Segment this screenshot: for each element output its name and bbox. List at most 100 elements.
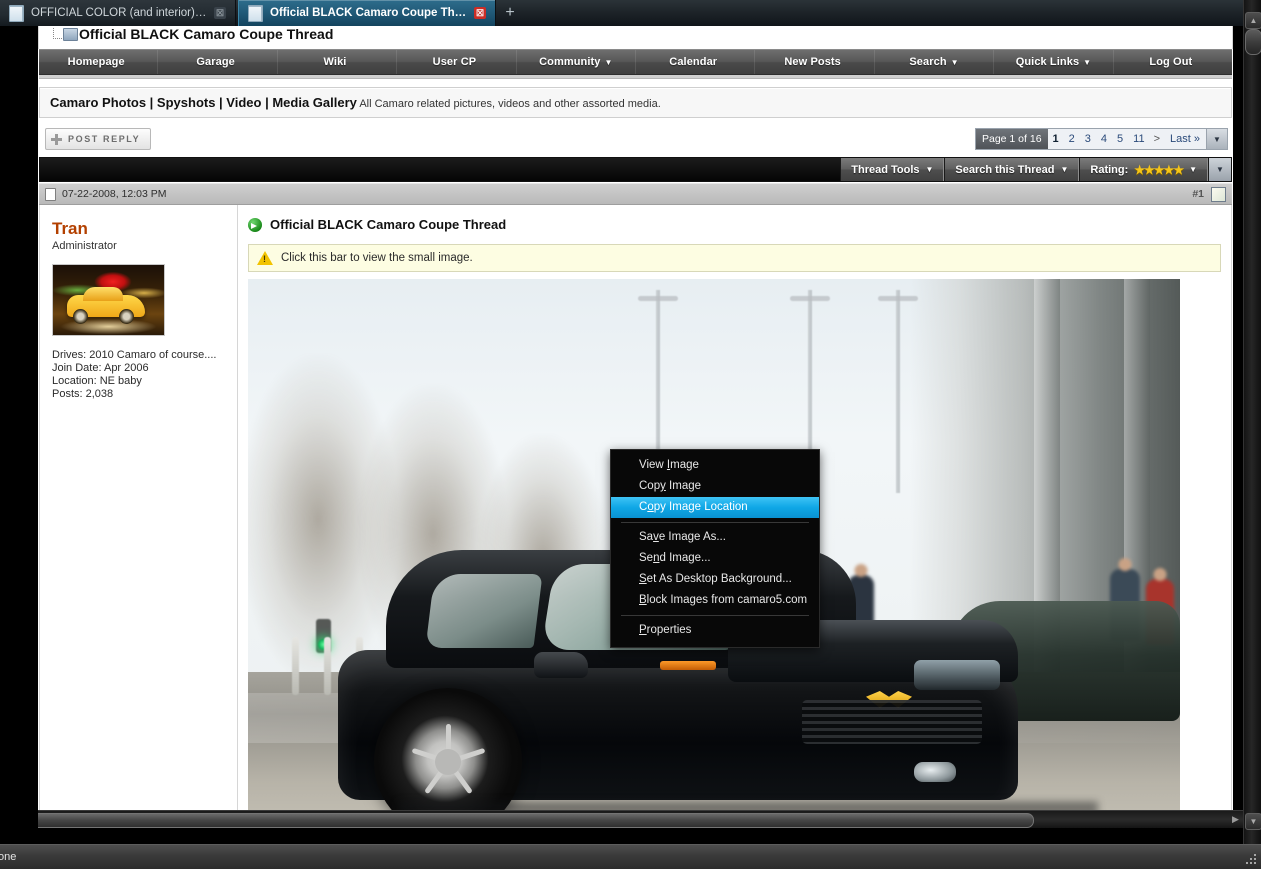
post-select-checkbox[interactable] <box>1211 186 1226 202</box>
thread-toolbar-row: POST REPLY Page 1 of 16 1 2 3 4 5 11 > L… <box>39 128 1232 152</box>
post-reply-button[interactable]: POST REPLY <box>45 128 152 150</box>
resize-grip-icon[interactable] <box>1244 852 1258 866</box>
browser-tab-bar: OFFICIAL COLOR (and interior) Threa... ☒… <box>0 0 1261 27</box>
browser-tab-inactive[interactable]: OFFICIAL COLOR (and interior) Threa... ☒ <box>0 0 236 26</box>
nav-label: Community <box>539 56 601 68</box>
context-menu-item-save-image-as[interactable]: Save Image As... <box>611 527 819 548</box>
page-favicon-icon <box>9 4 24 22</box>
last-page-link[interactable]: Last » <box>1164 129 1206 149</box>
status-text: one <box>0 851 17 863</box>
nav-item-new-posts[interactable]: New Posts <box>755 50 875 74</box>
user-stats: Drives: 2010 Camaro of course.... Join D… <box>52 349 227 401</box>
vertical-scrollbar[interactable]: ▲ ▼ <box>1243 0 1261 852</box>
nav-item-homepage[interactable]: Homepage <box>39 50 159 74</box>
page-link-11[interactable]: 11 <box>1128 129 1149 149</box>
forum-title[interactable]: Camaro Photos | Spyshots | Video | Media… <box>50 95 357 110</box>
camaro-side-marker <box>660 661 716 670</box>
vertical-scroll-thumb[interactable] <box>1245 29 1261 55</box>
rating-button[interactable]: Rating: ★★★★★ ▼ <box>1079 158 1208 181</box>
browser-tab-active[interactable]: Official BLACK Camaro Coupe Thr... ☒ <box>238 0 496 26</box>
user-stat-drives: Drives: 2010 Camaro of course.... <box>52 349 217 361</box>
breadcrumb-current: Official BLACK Camaro Coupe Thread <box>49 26 1232 45</box>
nav-label: User CP <box>432 56 477 68</box>
post-user-panel: Tran Administrator Drives: 2010 Camaro o… <box>40 205 238 828</box>
user-title: Administrator <box>52 240 117 252</box>
pagination-dropdown-icon[interactable]: ▼ <box>1206 129 1227 149</box>
horizontal-scroll-thumb[interactable] <box>2 813 1034 828</box>
chevron-down-icon: ▼ <box>1060 165 1069 174</box>
nav-label: New Posts <box>784 56 841 68</box>
nav-item-community[interactable]: Community ▼ <box>517 50 637 74</box>
post-number[interactable]: #1 <box>1192 188 1204 200</box>
context-menu-item-properties[interactable]: Properties <box>611 620 819 641</box>
nav-item-search[interactable]: Search ▼ <box>875 50 995 74</box>
nav-label: Quick Links <box>1015 56 1080 68</box>
photo-light-pole <box>878 290 918 493</box>
nav-item-log-out[interactable]: Log Out <box>1114 50 1232 74</box>
next-page-link[interactable]: > <box>1150 129 1164 149</box>
photo-person-head <box>1118 558 1132 571</box>
new-tab-icon[interactable]: + <box>500 4 520 23</box>
context-menu-item-set-as-desktop-background[interactable]: Set As Desktop Background... <box>611 569 819 590</box>
nav-label: Calendar <box>669 56 718 68</box>
close-tab-icon[interactable]: ☒ <box>474 7 486 19</box>
username[interactable]: Tran <box>52 219 227 238</box>
context-menu-item-send-image[interactable]: Send Image... <box>611 548 819 569</box>
warning-icon <box>257 251 273 265</box>
nav-item-calendar[interactable]: Calendar <box>636 50 756 74</box>
horizontal-scrollbar[interactable]: ▶ <box>0 810 1261 828</box>
context-menu-item-copy-image[interactable]: Copy Image <box>611 476 819 497</box>
image-resize-notice-bar[interactable]: Click this bar to view the small image. <box>248 244 1221 272</box>
avatar-car-wheel <box>119 309 134 324</box>
page-viewport: Media Gallery Official BLACK Camaro Coup… <box>0 26 1261 828</box>
nav-label: Garage <box>196 56 235 68</box>
nav-item-garage[interactable]: Garage <box>158 50 278 74</box>
photo-bollard <box>324 636 331 695</box>
chevron-down-icon: ▼ <box>1189 165 1197 174</box>
nav-label: Search <box>909 56 947 68</box>
page-link-3[interactable]: 3 <box>1080 129 1096 149</box>
nav-item-user-cp[interactable]: User CP <box>397 50 517 74</box>
post-title: Official BLACK Camaro Coupe Thread <box>270 217 507 232</box>
context-menu-item-block-images[interactable]: Block Images from camaro5.com <box>611 590 819 611</box>
page-link-4[interactable]: 4 <box>1096 129 1112 149</box>
image-context-menu: View Image Copy Image Copy Image Locatio… <box>610 449 820 648</box>
page-link-2[interactable]: 2 <box>1064 129 1080 149</box>
pagination: Page 1 of 16 1 2 3 4 5 11 > Last » ▼ <box>974 128 1228 150</box>
nav-label: Log Out <box>1149 56 1193 68</box>
thread-tools-label: Thread Tools <box>851 163 920 176</box>
breadcrumb-current-label: Official BLACK Camaro Coupe Thread <box>79 26 334 42</box>
context-menu-separator <box>621 522 809 523</box>
thread-tools-bar: Thread Tools ▼ Search this Thread ▼ Rati… <box>39 157 1232 182</box>
context-menu-item-copy-image-location[interactable]: Copy Image Location <box>611 497 819 518</box>
post-icon <box>45 187 56 201</box>
post-reply-label: POST REPLY <box>68 134 141 144</box>
post-header: 07-22-2008, 12:03 PM #1 <box>39 183 1232 205</box>
tab-title: OFFICIAL COLOR (and interior) Threa... <box>31 7 207 19</box>
scroll-down-icon[interactable]: ▼ <box>1245 813 1261 830</box>
chevron-down-icon: ▼ <box>950 57 959 67</box>
main-navigation: Homepage Garage Wiki User CP Community ▼ … <box>39 49 1232 75</box>
nav-item-quick-links[interactable]: Quick Links ▼ <box>994 50 1114 74</box>
page-link-1[interactable]: 1 <box>1048 129 1064 149</box>
close-tab-icon[interactable]: ☒ <box>214 7 226 19</box>
forum-page: Media Gallery Official BLACK Camaro Coup… <box>38 26 1233 828</box>
camaro-grille <box>802 700 982 744</box>
scroll-right-icon[interactable]: ▶ <box>1228 813 1243 826</box>
thread-bar-dropdown-icon[interactable]: ▼ <box>1208 158 1231 181</box>
post-title-row: Official BLACK Camaro Coupe Thread <box>248 217 1221 232</box>
thread-tools-button[interactable]: Thread Tools ▼ <box>840 158 945 181</box>
forum-description: All Camaro related pictures, videos and … <box>359 98 661 110</box>
nav-item-wiki[interactable]: Wiki <box>278 50 398 74</box>
wheel-hubcap <box>435 749 461 775</box>
nav-label: Wiki <box>323 56 347 68</box>
photo-bollard <box>292 636 299 695</box>
photo-person-head <box>1153 568 1167 581</box>
chevron-down-icon: ▼ <box>925 165 934 174</box>
avatar-car-wheel <box>73 309 88 324</box>
user-stat-posts: Posts: 2,038 <box>52 388 114 400</box>
scroll-up-icon[interactable]: ▲ <box>1245 12 1261 29</box>
context-menu-item-view-image[interactable]: View Image <box>611 455 819 476</box>
page-link-5[interactable]: 5 <box>1112 129 1128 149</box>
search-this-thread-button[interactable]: Search this Thread ▼ <box>944 158 1080 181</box>
